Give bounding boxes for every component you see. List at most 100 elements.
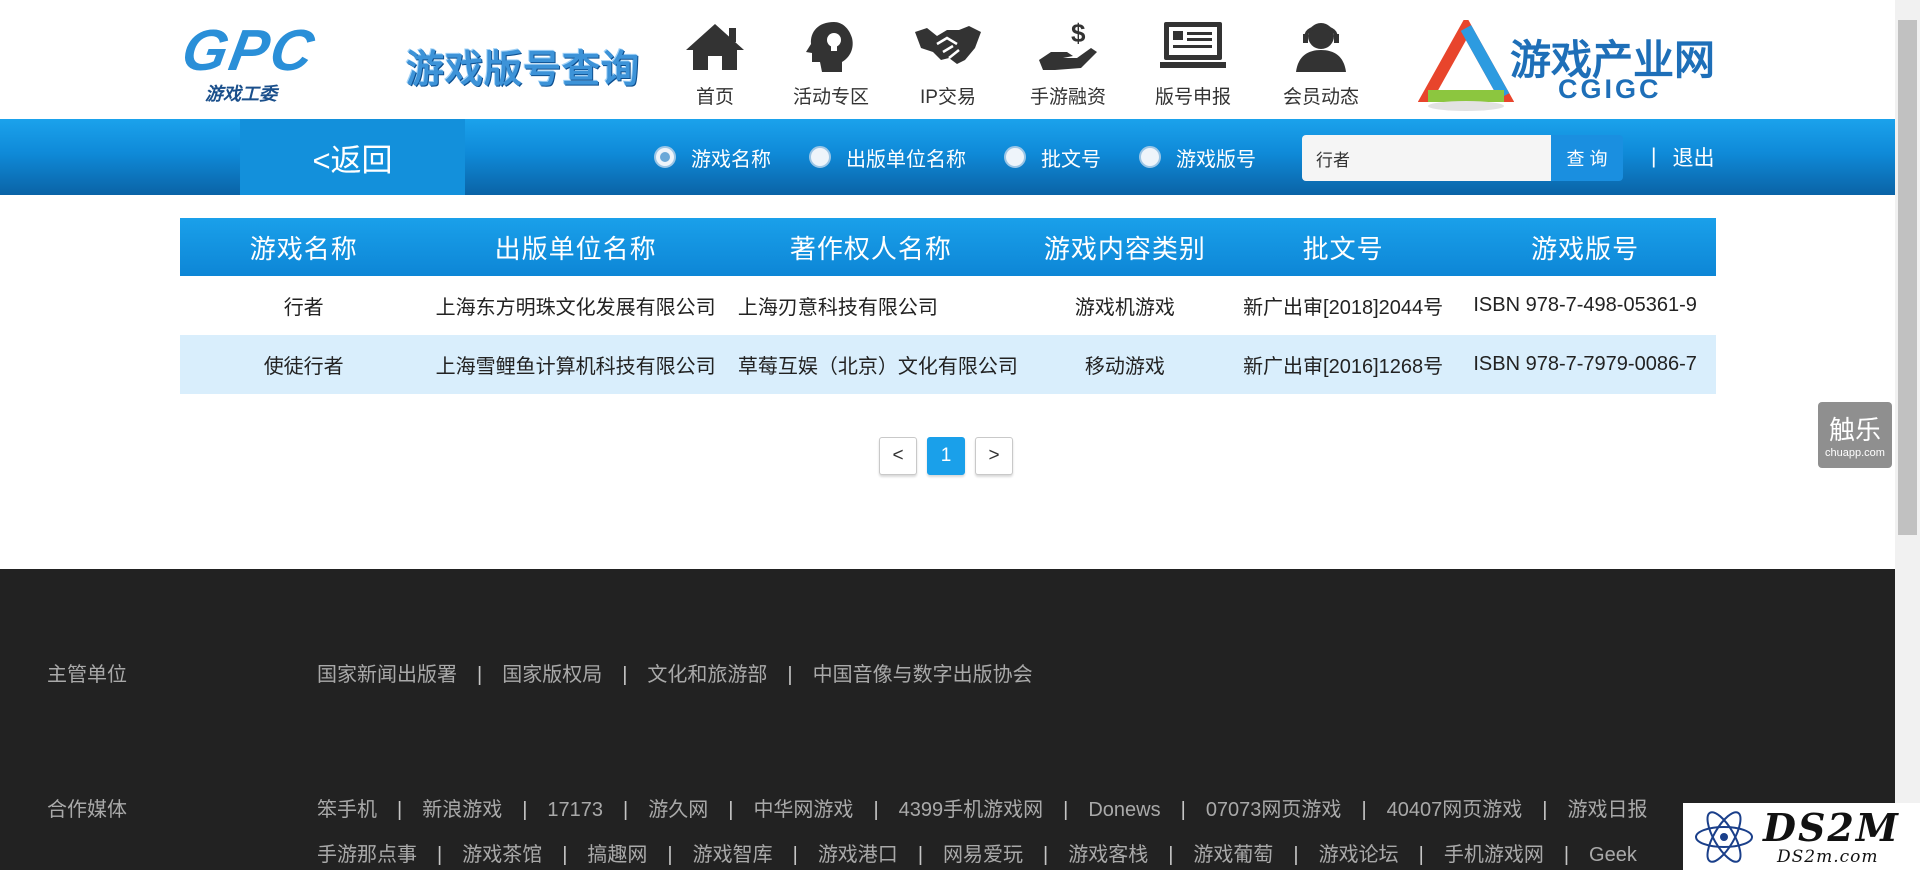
radio-dot[interactable] [809, 146, 831, 168]
radio-publisher-name[interactable]: 出版单位名称 [809, 143, 966, 172]
handshake-icon [915, 26, 981, 64]
watermark-text: DS2M [1763, 805, 1900, 850]
cell-approval-number: 新广出审[2018]2044号 [1243, 297, 1444, 319]
footer-link[interactable]: 4399手机游戏网 [899, 799, 1044, 821]
radio-game-name[interactable]: 游戏名称 [654, 143, 771, 172]
footer-link[interactable]: 游戏茶馆 [462, 844, 542, 866]
footer-separator: | [728, 799, 734, 821]
column-header-publisher: 出版单位名称 [427, 218, 724, 276]
footer-link[interactable]: Geek [1589, 844, 1637, 866]
media-links-row-1: 笨手机 | 新浪游戏 | 17173 | 游久网 | 中华网游戏 | 4399手机游戏网 | Donew… [317, 793, 1647, 822]
footer-link[interactable]: 笨手机 [317, 799, 377, 821]
footer-link[interactable]: 中华网游戏 [753, 799, 853, 821]
column-header-approval-number: 批文号 [1232, 218, 1455, 276]
footer-link[interactable]: 新浪游戏 [422, 799, 502, 821]
head-idea-icon [806, 22, 853, 72]
cell-content-type: 游戏机游戏 [1074, 297, 1175, 319]
page-title: 游戏版号查询 [406, 49, 641, 91]
cell-approval-number: 新广出审[2016]1268号 [1243, 356, 1444, 378]
scrollbar-thumb[interactable] [1898, 20, 1917, 535]
prev-page-button[interactable]: < [879, 437, 917, 475]
nav-label: 手游融资 [1029, 87, 1106, 108]
footer-link[interactable]: 手机游戏网 [1444, 844, 1544, 866]
logout-area: | 退出 [1651, 119, 1714, 195]
nav-label: IP交易 [920, 87, 976, 108]
radio-label: 批文号 [1041, 148, 1101, 171]
footer-separator: | [667, 844, 673, 866]
nav-item-financing[interactable]: $ 手游融资 [1013, 18, 1123, 109]
footer-link[interactable]: 07073网页游戏 [1206, 799, 1342, 821]
footer-link[interactable]: 手游那点事 [317, 844, 417, 866]
widget-domain: chuapp.com [1825, 447, 1885, 459]
footer-link[interactable]: 游戏客栈 [1068, 844, 1148, 866]
footer-separator: | [873, 799, 879, 821]
footer-separator: | [397, 799, 403, 821]
pagination: < 1 > [879, 437, 1023, 475]
triangle-logo-icon [1418, 20, 1514, 111]
radio-label: 游戏名称 [691, 148, 771, 171]
column-header-content-type: 游戏内容类别 [1017, 218, 1232, 276]
footer-link[interactable]: 国家新闻出版署 [317, 664, 457, 686]
cgigc-logo[interactable]: 游戏产业网 CGIGC [1418, 20, 1718, 116]
widget-title: 触乐 [1828, 415, 1881, 445]
footer-separator: | [792, 844, 798, 866]
footer-link[interactable]: 40407网页游戏 [1387, 799, 1523, 821]
logo-sub: 游戏工委 [205, 84, 277, 104]
column-header-isbn: 游戏版号 [1454, 218, 1716, 276]
nav-item-ip-trade[interactable]: IP交易 [893, 18, 1003, 109]
footer-separator: | [1418, 844, 1424, 866]
cell-publisher: 上海东方明珠文化发展有限公司 [435, 297, 716, 319]
nav-label: 首页 [695, 87, 734, 108]
nav-label: 活动专区 [792, 87, 869, 108]
footer-link[interactable]: 游久网 [648, 799, 708, 821]
footer-link[interactable]: 游戏日报 [1567, 799, 1647, 821]
footer-link[interactable]: 游戏智库 [693, 844, 773, 866]
column-header-game-name: 游戏名称 [180, 218, 428, 276]
search-button[interactable]: 查 询 [1551, 135, 1623, 181]
chuapp-side-widget[interactable]: 触乐 chuapp.com [1818, 402, 1892, 468]
svg-text:$: $ [1071, 18, 1086, 48]
table-row[interactable]: 使徒行者 上海雪鲤鱼计算机科技有限公司 草莓互娱（北京）文化有限公司 移动游戏 … [180, 335, 1716, 394]
footer-link[interactable]: 游戏港口 [818, 844, 898, 866]
gpc-logo[interactable]: GPC 游戏工委 [177, 18, 333, 104]
search-input[interactable] [1302, 135, 1552, 181]
watermark-sub: DS2m.com [1777, 847, 1879, 867]
footer-link[interactable]: 游戏论坛 [1319, 844, 1399, 866]
media-links-row-2: 手游那点事 | 游戏茶馆 | 搞趣网 | 游戏智库 | 游戏港口 | 网易爱玩 | 游戏客栈 | 游戏葡萄 |… [317, 838, 1637, 867]
footer-link[interactable]: 中国音像与数字出版协会 [813, 664, 1033, 686]
nav-item-home[interactable]: 首页 [660, 18, 770, 109]
nav-item-license-apply[interactable]: 版号申报 [1138, 18, 1248, 109]
back-button[interactable]: <返回 [240, 119, 465, 195]
site-header: GPC 游戏工委 游戏版号查询 首页 活动专区 IP交易 $ 手游融资 版号申报… [0, 0, 1895, 119]
cell-isbn: ISBN 978-7-7979-0086-7 [1473, 353, 1697, 375]
radio-dot[interactable] [1004, 146, 1026, 168]
radio-isbn[interactable]: 游戏版号 [1139, 143, 1256, 172]
next-page-button[interactable]: > [975, 437, 1013, 475]
footer-link[interactable]: 文化和旅游部 [647, 664, 767, 686]
nav-item-member-news[interactable]: 会员动态 [1266, 18, 1376, 109]
table-header-row: 游戏名称 出版单位名称 著作权人名称 游戏内容类别 批文号 游戏版号 [180, 218, 1716, 276]
nav-item-activities[interactable]: 活动专区 [776, 18, 886, 109]
footer-separator: | [1043, 844, 1049, 866]
member-icon [1296, 23, 1346, 72]
footer-link[interactable]: Donews [1088, 799, 1160, 821]
footer-link[interactable]: 搞趣网 [587, 844, 647, 866]
footer-link[interactable]: 国家版权局 [502, 664, 602, 686]
cell-publisher: 上海雪鲤鱼计算机科技有限公司 [435, 356, 716, 378]
radio-dot[interactable] [654, 146, 676, 168]
footer-link[interactable]: 网易爱玩 [943, 844, 1023, 866]
footer-separator: | [477, 664, 483, 686]
vertical-scrollbar[interactable] [1895, 0, 1920, 870]
table-row[interactable]: 行者 上海东方明珠文化发展有限公司 上海刃意科技有限公司 游戏机游戏 新广出审[… [180, 276, 1716, 335]
radio-dot[interactable] [1139, 146, 1161, 168]
page-number-button[interactable]: 1 [927, 437, 965, 475]
money-hand-icon: $ [1039, 18, 1097, 70]
cell-game-name: 使徒行者 [263, 356, 344, 378]
footer-separator: | [787, 664, 793, 686]
footer-link[interactable]: 游戏葡萄 [1193, 844, 1273, 866]
logout-link[interactable]: 退出 [1672, 142, 1714, 172]
footer-separator: | [1293, 844, 1299, 866]
home-icon [686, 24, 744, 70]
footer-link[interactable]: 17173 [547, 799, 603, 821]
radio-approval-number[interactable]: 批文号 [1004, 143, 1101, 172]
